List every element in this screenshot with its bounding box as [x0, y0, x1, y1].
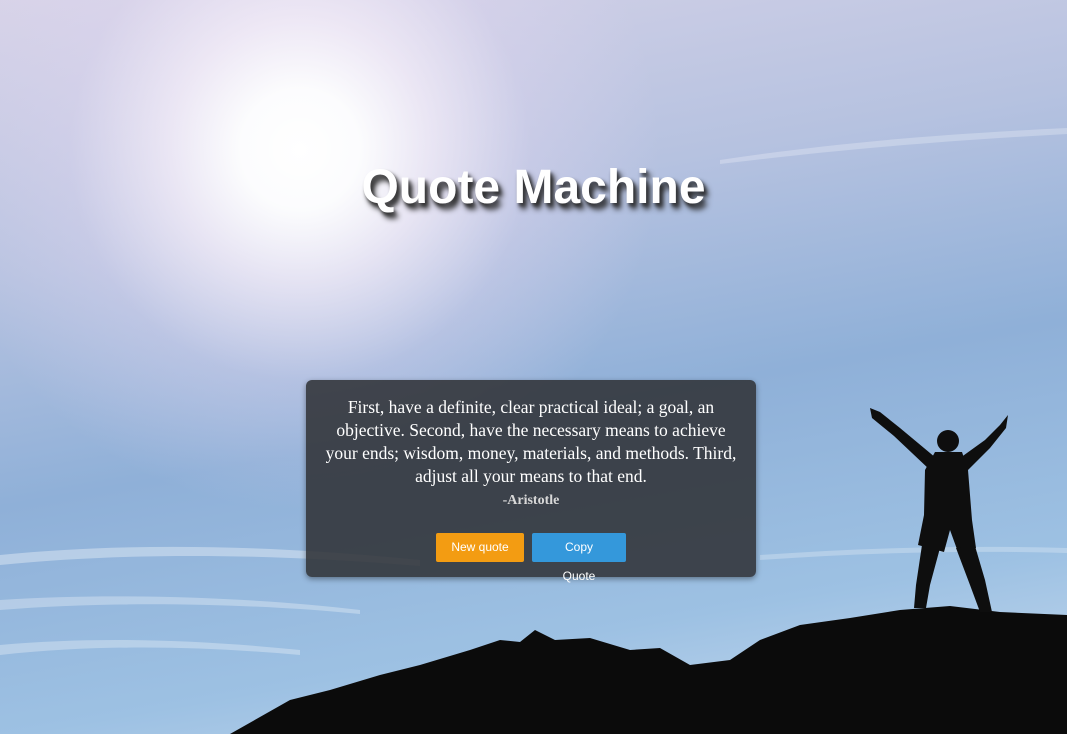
background-scene	[0, 128, 1067, 734]
quote-text: First, have a definite, clear practical …	[325, 397, 737, 486]
copy-quote-button[interactable]: Copy Quote	[532, 533, 626, 583]
quote-box: First, have a definite, clear practical …	[306, 380, 756, 583]
mountain-silhouette	[230, 606, 1067, 734]
person-silhouette	[870, 408, 1008, 612]
background-image	[0, 0, 1067, 734]
button-row: New quote Copy Quote	[306, 533, 756, 583]
quote-author: -Aristotle	[502, 493, 560, 508]
page-title: Quote Machine	[361, 161, 706, 214]
new-quote-button[interactable]: New quote	[436, 533, 524, 562]
